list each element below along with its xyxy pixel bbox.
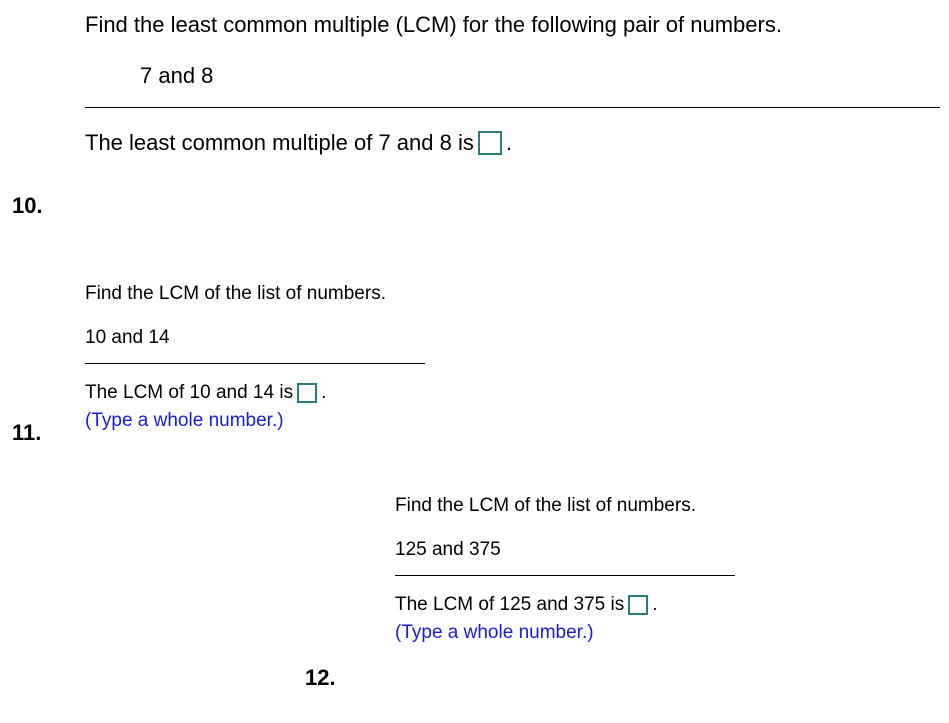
answer-pre-text: The least common multiple of 7 and 8 is [85, 130, 474, 156]
question-12-instruction: Find the LCM of the list of numbers. [395, 492, 795, 521]
answer-post-text: . [321, 382, 326, 404]
answer-blank-input[interactable] [297, 383, 317, 403]
question-10-answer-line: The least common multiple of 7 and 8 is … [85, 130, 940, 156]
question-12-pair: 125 and 375 [395, 539, 795, 561]
divider [85, 107, 940, 108]
answer-pre-text: The LCM of 125 and 375 is [395, 594, 624, 616]
question-10-block: Find the least common multiple (LCM) for… [85, 8, 940, 156]
question-11-block: Find the LCM of the list of numbers. 10 … [85, 280, 445, 432]
question-11-instruction: Find the LCM of the list of numbers. [85, 280, 445, 309]
question-11-hint: (Type a whole number.) [85, 410, 445, 432]
question-12-answer-line: The LCM of 125 and 375 is . [395, 594, 795, 616]
answer-pre-text: The LCM of 10 and 14 is [85, 382, 293, 404]
question-number-12: 12. [305, 665, 336, 691]
divider [85, 363, 425, 364]
answer-blank-input[interactable] [478, 131, 502, 155]
answer-post-text: . [652, 594, 657, 616]
answer-post-text: . [506, 130, 512, 156]
question-12-hint: (Type a whole number.) [395, 622, 795, 644]
answer-blank-input[interactable] [628, 595, 648, 615]
question-10-instruction: Find the least common multiple (LCM) for… [85, 8, 940, 41]
question-12-block: Find the LCM of the list of numbers. 125… [395, 492, 795, 644]
divider [395, 575, 735, 576]
question-10-pair: 7 and 8 [85, 63, 940, 89]
question-number-11: 11. [12, 420, 41, 446]
question-number-10: 10. [12, 193, 43, 219]
question-11-answer-line: The LCM of 10 and 14 is . [85, 382, 445, 404]
question-11-pair: 10 and 14 [85, 327, 445, 349]
